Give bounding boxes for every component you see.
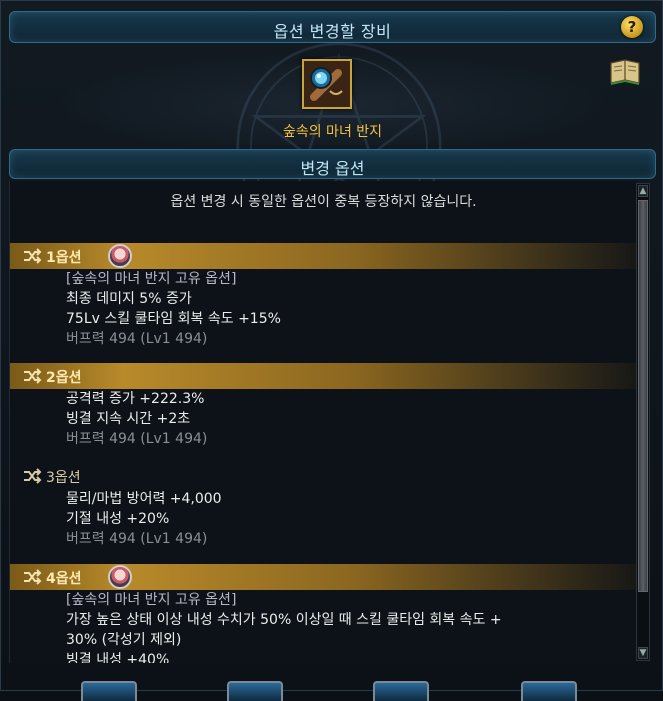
shuffle-icon[interactable] [22, 568, 42, 586]
option-buff-line: 버프력 494 (Lv1 494) [66, 531, 208, 547]
option-line: 빙결 내성 +40% [66, 652, 170, 663]
help-icon[interactable]: ? [621, 16, 643, 38]
shuffle-icon[interactable] [22, 247, 42, 265]
option-header-2[interactable]: 2옵션 [10, 363, 637, 389]
option-line: 공격력 증가 +222.3% [66, 391, 205, 407]
option-title: 3옵션 [46, 470, 81, 486]
option-header-4[interactable]: 4옵션 [10, 564, 637, 590]
shuffle-icon[interactable] [22, 367, 42, 385]
option-title: 4옵션 [46, 571, 82, 587]
scroll-up-icon[interactable]: ▲ [638, 185, 648, 197]
option-line: 기절 내성 +20% [66, 511, 170, 527]
option-line: 75Lv 스킬 쿨타임 회복 속도 +15% [66, 311, 281, 327]
option-block-1: 1옵션 [숲속의 마녀 반지 고유 옵션] 최종 데미지 5% 증가 75Lv … [10, 243, 637, 349]
option-buff-line: 버프력 494 (Lv1 494) [66, 331, 208, 347]
book-icon[interactable] [608, 57, 642, 87]
option-line: [숲속의 마녀 반지 고유 옵션] [66, 592, 237, 608]
option-block-3: 3옵션 물리/마법 방어력 +4,000 기절 내성 +20% 버프력 494 … [10, 463, 637, 549]
option-title: 2옵션 [46, 370, 82, 386]
option-list[interactable]: 옵션 변경 시 동일한 옵션이 중복 등장하지 않습니다. 1옵션 [숲속의 마… [9, 181, 637, 663]
ring-icon[interactable] [302, 59, 352, 109]
bottom-slot-1[interactable] [81, 681, 137, 701]
scroll-down-icon[interactable]: ▼ [638, 647, 648, 659]
bottom-slot-3[interactable] [373, 681, 429, 701]
ring-graphic [304, 61, 350, 107]
section-title: 변경 옵션 [300, 159, 365, 178]
scrollbar[interactable]: ▲ ▼ [636, 183, 650, 661]
option-block-2: 2옵션 공격력 증가 +222.3% 빙결 지속 시간 +2초 버프력 494 … [10, 363, 637, 449]
bottom-slot-2[interactable] [227, 681, 283, 701]
option-line: 최종 데미지 5% 증가 [66, 291, 192, 307]
avatar-icon [108, 244, 132, 268]
bottom-slot-row [1, 667, 663, 701]
option-header-1[interactable]: 1옵션 [10, 243, 637, 269]
item-name: 숲속의 마녀 반지 [282, 124, 383, 140]
option-header-3[interactable]: 3옵션 [10, 463, 637, 489]
equipment-area: 숲속의 마녀 반지 [9, 42, 656, 248]
option-line: 30% (각성기 제외) [66, 632, 182, 648]
section-header: 변경 옵션 [9, 149, 656, 179]
option-line: 물리/마법 방어력 +4,000 [66, 491, 222, 507]
avatar-icon [108, 565, 132, 589]
option-change-window: 옵션 변경할 장비 ? 숲속의 마녀 반지 변경 옵션 옵션 변경 시 동일한 … [0, 0, 663, 701]
option-line: 빙결 지속 시간 +2초 [66, 411, 191, 427]
notice-text: 옵션 변경 시 동일한 옵션이 중복 등장하지 않습니다. [170, 194, 477, 210]
option-block-4: 4옵션 [숲속의 마녀 반지 고유 옵션] 가장 높은 상태 이상 내성 수치가… [10, 564, 637, 663]
scroll-thumb[interactable] [638, 200, 648, 592]
bottom-slot-4[interactable] [521, 681, 577, 701]
option-title: 1옵션 [46, 250, 82, 266]
option-line: 가장 높은 상태 이상 내성 수치가 50% 이상일 때 스킬 쿨타임 회복 속… [66, 612, 502, 628]
shuffle-icon[interactable] [22, 467, 42, 485]
option-buff-line: 버프력 494 (Lv1 494) [66, 431, 208, 447]
option-line: [숲속의 마녀 반지 고유 옵션] [66, 271, 237, 287]
